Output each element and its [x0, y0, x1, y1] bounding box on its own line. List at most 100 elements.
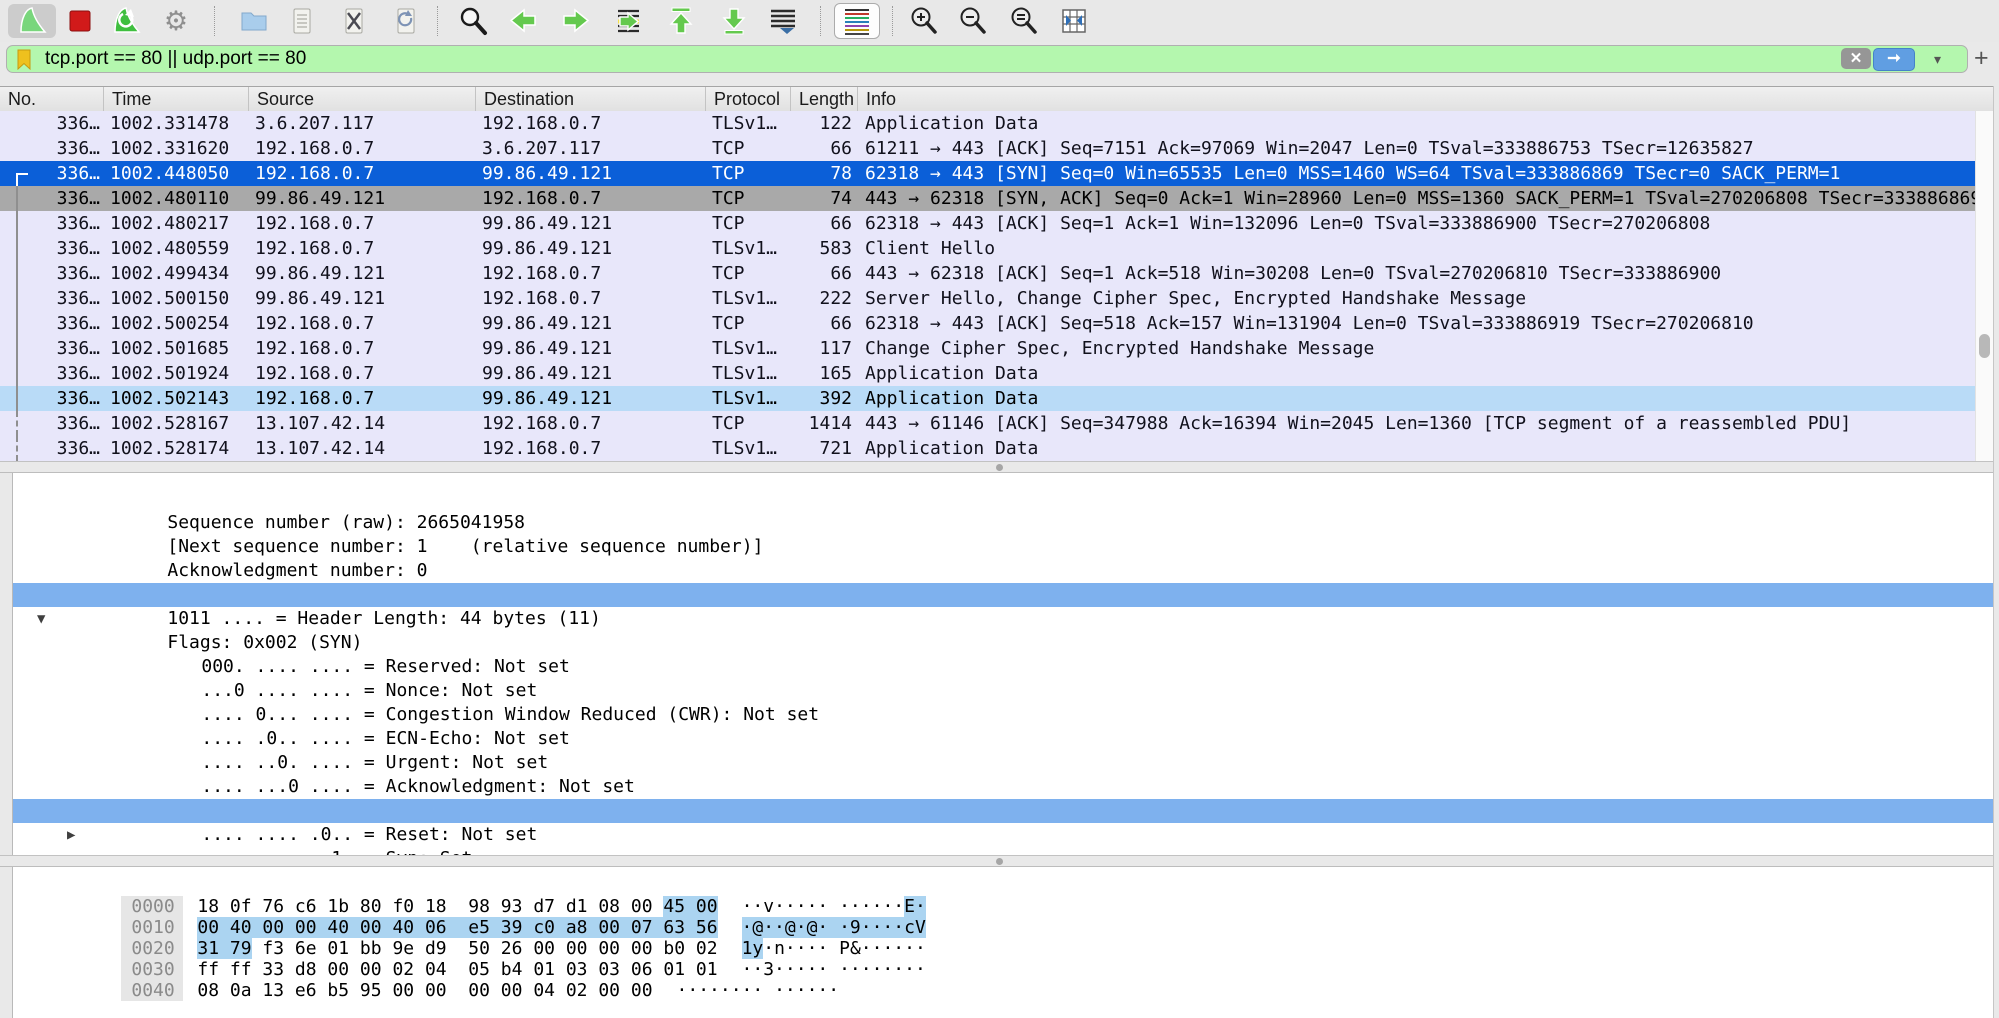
zoom-out-icon: [957, 5, 989, 37]
stop-icon: [65, 6, 95, 36]
packet-info: Application Data: [865, 111, 1975, 136]
packet-row[interactable]: 336… 1002.331478 3.6.207.117 192.168.0.7…: [0, 111, 1975, 136]
hex-ascii[interactable]: ·@··@·@· ·9····cV: [742, 917, 926, 938]
packet-row[interactable]: 336… 1002.528167 13.107.42.14 192.168.0.…: [0, 411, 1975, 436]
capture-restart-button[interactable]: [108, 4, 144, 38]
open-file-button[interactable]: [236, 4, 272, 38]
detail-line[interactable]: Acknowledgment number: 0: [13, 511, 1994, 535]
packet-destination: 99.86.49.121: [482, 161, 612, 186]
detail-line[interactable]: Sequence number (raw): 2665041958: [13, 473, 1994, 487]
find-packet-button[interactable]: [455, 4, 491, 38]
detail-line[interactable]: .... .... 0... = Push: Not set: [13, 751, 1994, 775]
filter-expression[interactable]: tcp.port == 80 || udp.port == 80: [45, 46, 306, 72]
packet-no: 336…: [0, 411, 100, 436]
go-back-button[interactable]: [505, 4, 541, 38]
detail-line[interactable]: .... 0... .... = Congestion Window Reduc…: [13, 655, 1994, 679]
auto-scroll-button[interactable]: [765, 4, 801, 38]
hex-ascii[interactable]: ··3····· ········: [742, 959, 926, 980]
packet-length: 66: [758, 261, 852, 286]
arrow-down-bar-icon: [718, 5, 750, 37]
packet-row[interactable]: 336… 1002.501924 192.168.0.7 99.86.49.12…: [0, 361, 1975, 386]
capture-options-button[interactable]: ⚙: [158, 4, 194, 38]
arrow-left-icon: [507, 5, 539, 37]
capture-start-button[interactable]: [8, 4, 56, 38]
filter-bookmark-icon[interactable]: [16, 49, 32, 70]
hex-ascii[interactable]: ··v····· ······E·: [742, 896, 926, 917]
hex-bytes[interactable]: 31 79 f3 6e 01 bb 9e d9 50 26 00 00 00 0…: [197, 938, 717, 959]
column-header-time[interactable]: Time: [103, 87, 248, 111]
pane-splitter[interactable]: [0, 461, 1999, 473]
packet-destination: 99.86.49.121: [482, 336, 612, 361]
packet-row[interactable]: 336… 1002.528174 13.107.42.14 192.168.0.…: [0, 436, 1975, 461]
hex-offset: 0010: [121, 917, 183, 938]
resize-columns-button[interactable]: [1056, 4, 1092, 38]
packet-row[interactable]: 336… 1002.448050 192.168.0.7 99.86.49.12…: [0, 161, 1975, 186]
reload-file-button[interactable]: [388, 4, 424, 38]
colorize-packets-button[interactable]: [834, 3, 880, 39]
packet-no: 336…: [0, 236, 100, 261]
packet-info: 62318 → 443 [ACK] Seq=518 Ack=157 Win=13…: [865, 311, 1975, 336]
packet-source: 192.168.0.7: [255, 386, 374, 411]
zoom-reset-button[interactable]: [1006, 4, 1042, 38]
packet-info: Change Cipher Spec, Encrypted Handshake …: [865, 336, 1975, 361]
packet-row[interactable]: 336… 1002.480217 192.168.0.7 99.86.49.12…: [0, 211, 1975, 236]
detail-line[interactable]: .... .0.. .... = ECN-Echo: Not set: [13, 679, 1994, 703]
packet-row[interactable]: 336… 1002.500150 99.86.49.121 192.168.0.…: [0, 286, 1975, 311]
packet-row[interactable]: 336… 1002.502143 192.168.0.7 99.86.49.12…: [0, 386, 1975, 411]
hex-row[interactable]: 000018 0f 76 c6 1b 80 f0 18 98 93 d7 d1 …: [13, 875, 1994, 896]
hex-bytes[interactable]: 00 40 00 00 40 00 40 06 e5 39 c0 a8 00 0…: [197, 917, 717, 938]
filter-dropdown-caret-icon[interactable]: ▾: [1934, 48, 1941, 70]
detail-line[interactable]: [Next sequence number: 1 (relative seque…: [13, 487, 1994, 511]
display-filter-input[interactable]: tcp.port == 80 || udp.port == 80 ✕ ➞ ▾: [6, 45, 1968, 73]
zoom-in-button[interactable]: [906, 4, 942, 38]
column-header-source[interactable]: Source: [248, 87, 475, 111]
packet-row[interactable]: 336… 1002.500254 192.168.0.7 99.86.49.12…: [0, 311, 1975, 336]
column-header-no[interactable]: No.: [0, 87, 103, 111]
packet-row[interactable]: 336… 1002.501685 192.168.0.7 99.86.49.12…: [0, 336, 1975, 361]
zoom-out-button[interactable]: [955, 4, 991, 38]
detail-line[interactable]: .... .... .0.. = Reset: Not set: [13, 775, 1994, 799]
capture-stop-button[interactable]: [62, 4, 98, 38]
hex-bytes[interactable]: 08 0a 13 e6 b5 95 00 00 00 00 04 02 00 0…: [197, 980, 652, 1001]
packet-list-scrollbar[interactable]: [1975, 111, 1994, 462]
scrollbar-thumb[interactable]: [1979, 334, 1990, 358]
filter-apply-button[interactable]: ➞: [1873, 48, 1915, 71]
filter-add-button[interactable]: +: [1974, 46, 1989, 70]
detail-line[interactable]: ▼ Flags: 0x002 (SYN): [13, 583, 1994, 607]
go-to-first-packet-button[interactable]: [663, 4, 699, 38]
hex-ascii[interactable]: ········ ······: [677, 980, 840, 1001]
packet-row[interactable]: 336… 1002.480110 99.86.49.121 192.168.0.…: [0, 186, 1975, 211]
detail-line[interactable]: .... ...0 .... = Acknowledgment: Not set: [13, 727, 1994, 751]
save-file-button[interactable]: [284, 4, 320, 38]
hex-bytes[interactable]: 18 0f 76 c6 1b 80 f0 18 98 93 d7 d1 08 0…: [197, 896, 717, 917]
detail-line[interactable]: .... .... ...0 = Fin: Not set: [13, 823, 1994, 847]
filter-clear-button[interactable]: ✕: [1841, 48, 1871, 69]
hex-ascii[interactable]: 1y·n···· P&······: [742, 938, 926, 959]
go-to-last-packet-button[interactable]: [716, 4, 752, 38]
column-header-destination[interactable]: Destination: [475, 87, 705, 111]
packet-source: 192.168.0.7: [255, 161, 374, 186]
close-document-icon: [339, 6, 369, 36]
column-header-info[interactable]: Info: [857, 87, 1993, 111]
packet-time: 1002.331620: [110, 136, 229, 161]
column-header-length[interactable]: Length: [790, 87, 857, 111]
detail-line[interactable]: ▶ .... .... ..1. = Syn: Set: [13, 799, 1994, 823]
pane-splitter[interactable]: [0, 855, 1999, 867]
go-forward-button[interactable]: [558, 4, 594, 38]
packet-row[interactable]: 336… 1002.499434 99.86.49.121 192.168.0.…: [0, 261, 1975, 286]
detail-line[interactable]: 1011 .... = Header Length: 44 bytes (11): [13, 559, 1994, 583]
column-header-protocol[interactable]: Protocol: [705, 87, 790, 111]
hex-bytes[interactable]: ff ff 33 d8 00 00 02 04 05 b4 01 03 03 0…: [197, 959, 717, 980]
detail-line[interactable]: 000. .... .... = Reserved: Not set: [13, 607, 1994, 631]
packet-row[interactable]: 336… 1002.331620 192.168.0.7 3.6.207.117…: [0, 136, 1975, 161]
detail-line[interactable]: ...0 .... .... = Nonce: Not set: [13, 631, 1994, 655]
packet-destination: 99.86.49.121: [482, 311, 612, 336]
detail-line[interactable]: .... ..0. .... = Urgent: Not set: [13, 703, 1994, 727]
close-file-button[interactable]: [336, 4, 372, 38]
hex-offset: 0030: [121, 959, 183, 980]
go-to-packet-button[interactable]: [610, 4, 646, 38]
detail-line[interactable]: Acknowledgment number (raw): 0: [13, 535, 1994, 559]
packet-destination: 192.168.0.7: [482, 411, 601, 436]
packet-protocol: TCP: [712, 261, 745, 286]
packet-row[interactable]: 336… 1002.480559 192.168.0.7 99.86.49.12…: [0, 236, 1975, 261]
